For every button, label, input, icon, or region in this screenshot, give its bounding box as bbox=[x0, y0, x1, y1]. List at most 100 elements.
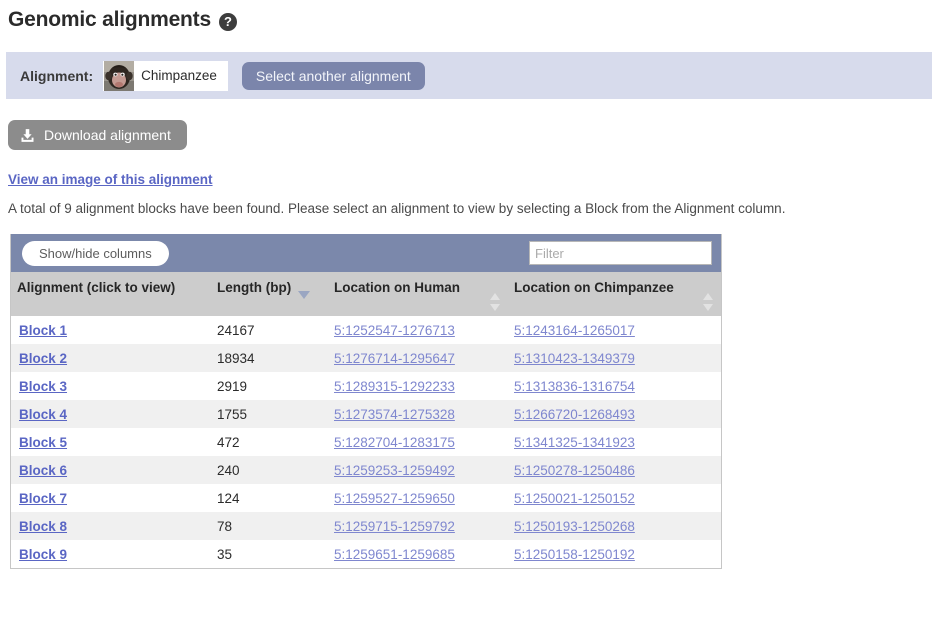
cell-length: 1755 bbox=[217, 406, 248, 422]
chimpanzee-photo bbox=[104, 60, 135, 91]
table-header-row: Alignment (click to view) Length (bp) Lo… bbox=[11, 272, 721, 316]
cell-location-chimpanzee: 5:1313836-1316754 bbox=[508, 372, 721, 400]
table-toolbar: Show/hide columns bbox=[11, 234, 721, 272]
column-header-location-human[interactable]: Location on Human bbox=[328, 272, 508, 316]
location-chimpanzee-link[interactable]: 5:1341325-1341923 bbox=[514, 435, 635, 450]
table-body: Block 1 24167 5:1252547-1276713 5:1243164-1… bbox=[11, 316, 721, 568]
block-link[interactable]: Block 6 bbox=[19, 463, 67, 478]
download-action-row: Download alignment bbox=[0, 99, 938, 150]
location-chimpanzee-link[interactable]: 5:1250278-1250486 bbox=[514, 463, 635, 478]
cell-alignment: Block 4 bbox=[11, 400, 211, 428]
selected-species-chip[interactable]: Chimpanzee bbox=[103, 60, 228, 91]
alignment-selector-bar: Alignment: Chimpanzee Select another ali… bbox=[6, 52, 932, 99]
cell-location-chimpanzee: 5:1243164-1265017 bbox=[508, 316, 721, 344]
cell-location-chimpanzee: 5:1250021-1250152 bbox=[508, 484, 721, 512]
cell-alignment: Block 2 bbox=[11, 344, 211, 372]
cell-alignment: Block 8 bbox=[11, 512, 211, 540]
cell-location-chimpanzee: 5:1341325-1341923 bbox=[508, 428, 721, 456]
cell-length: 2919 bbox=[217, 378, 248, 394]
column-header-length-label: Length (bp) bbox=[217, 280, 292, 295]
sort-descending-icon[interactable] bbox=[298, 291, 311, 299]
help-circle-icon[interactable]: ? bbox=[218, 13, 237, 31]
view-image-row: View an image of this alignment bbox=[0, 150, 938, 187]
cell-location-chimpanzee: 5:1310423-1349379 bbox=[508, 344, 721, 372]
download-icon bbox=[21, 128, 34, 142]
cell-location-chimpanzee: 5:1250278-1250486 bbox=[508, 456, 721, 484]
filter-input[interactable] bbox=[529, 241, 712, 265]
location-human-link[interactable]: 5:1259715-1259792 bbox=[334, 519, 455, 534]
download-alignment-button[interactable]: Download alignment bbox=[8, 120, 187, 150]
block-link[interactable]: Block 2 bbox=[19, 351, 67, 366]
location-chimpanzee-link[interactable]: 5:1313836-1316754 bbox=[514, 379, 635, 394]
location-chimpanzee-link[interactable]: 5:1250193-1250268 bbox=[514, 519, 635, 534]
show-hide-columns-button[interactable]: Show/hide columns bbox=[22, 240, 169, 266]
page-title: Genomic alignments bbox=[8, 8, 211, 31]
alignment-summary-text: A total of 9 alignment blocks have been … bbox=[8, 201, 786, 216]
cell-length: 472 bbox=[217, 434, 240, 450]
table-row: Block 4 1755 5:1273574-1275328 5:1266720-12… bbox=[11, 400, 721, 428]
cell-length: 124 bbox=[217, 490, 240, 506]
column-header-location-human-label: Location on Human bbox=[334, 280, 460, 295]
cell-location-chimpanzee: 5:1266720-1268493 bbox=[508, 400, 721, 428]
cell-location-human: 5:1259715-1259792 bbox=[328, 512, 508, 540]
table-row: Block 7 124 5:1259527-1259650 5:1250021-125… bbox=[11, 484, 721, 512]
alignment-label: Alignment: bbox=[20, 67, 94, 84]
cell-length: 78 bbox=[217, 518, 233, 534]
page-header: Genomic alignments ? bbox=[0, 0, 938, 34]
cell-location-human: 5:1273574-1275328 bbox=[328, 400, 508, 428]
cell-length: 24167 bbox=[217, 322, 255, 338]
location-chimpanzee-link[interactable]: 5:1243164-1265017 bbox=[514, 323, 635, 338]
location-human-link[interactable]: 5:1276714-1295647 bbox=[334, 351, 455, 366]
location-chimpanzee-link[interactable]: 5:1250158-1250192 bbox=[514, 547, 635, 562]
cell-location-human: 5:1259527-1259650 bbox=[328, 484, 508, 512]
cell-alignment: Block 7 bbox=[11, 484, 211, 512]
cell-alignment: Block 3 bbox=[11, 372, 211, 400]
block-link[interactable]: Block 4 bbox=[19, 407, 67, 422]
table-row: Block 8 78 5:1259715-1259792 5:1250193-1250… bbox=[11, 512, 721, 540]
location-human-link[interactable]: 5:1259527-1259650 bbox=[334, 491, 455, 506]
sort-both-icon[interactable] bbox=[490, 293, 501, 311]
table-row: Block 3 2919 5:1289315-1292233 5:1313836-13… bbox=[11, 372, 721, 400]
download-alignment-label: Download alignment bbox=[44, 127, 171, 143]
column-header-location-chimpanzee-label: Location on Chimpanzee bbox=[514, 280, 674, 295]
block-link[interactable]: Block 5 bbox=[19, 435, 67, 450]
view-alignment-image-link[interactable]: View an image of this alignment bbox=[8, 172, 213, 187]
location-chimpanzee-link[interactable]: 5:1250021-1250152 bbox=[514, 491, 635, 506]
cell-alignment: Block 6 bbox=[11, 456, 211, 484]
location-chimpanzee-link[interactable]: 5:1310423-1349379 bbox=[514, 351, 635, 366]
sort-both-icon[interactable] bbox=[703, 293, 714, 311]
column-header-alignment[interactable]: Alignment (click to view) bbox=[11, 272, 211, 316]
select-another-alignment-button[interactable]: Select another alignment bbox=[241, 61, 425, 90]
table-row: Block 1 24167 5:1252547-1276713 5:1243164-1… bbox=[11, 316, 721, 344]
table-row: Block 5 472 5:1282704-1283175 5:1341325-134… bbox=[11, 428, 721, 456]
cell-location-human: 5:1252547-1276713 bbox=[328, 316, 508, 344]
block-link[interactable]: Block 9 bbox=[19, 547, 67, 562]
cell-location-human: 5:1289315-1292233 bbox=[328, 372, 508, 400]
cell-length: 35 bbox=[217, 546, 233, 562]
column-header-alignment-label: Alignment (click to view) bbox=[17, 280, 176, 295]
selected-species-name: Chimpanzee bbox=[141, 68, 217, 83]
cell-length: 18934 bbox=[217, 350, 255, 366]
location-chimpanzee-link[interactable]: 5:1266720-1268493 bbox=[514, 407, 635, 422]
block-link[interactable]: Block 7 bbox=[19, 491, 67, 506]
blocks-table: Alignment (click to view) Length (bp) Lo… bbox=[11, 272, 721, 568]
block-link[interactable]: Block 1 bbox=[19, 323, 67, 338]
location-human-link[interactable]: 5:1282704-1283175 bbox=[334, 435, 455, 450]
location-human-link[interactable]: 5:1259253-1259492 bbox=[334, 463, 455, 478]
location-human-link[interactable]: 5:1273574-1275328 bbox=[334, 407, 455, 422]
cell-location-chimpanzee: 5:1250158-1250192 bbox=[508, 540, 721, 568]
location-human-link[interactable]: 5:1289315-1292233 bbox=[334, 379, 455, 394]
table-row: Block 2 18934 5:1276714-1295647 5:1310423-1… bbox=[11, 344, 721, 372]
column-header-location-chimpanzee[interactable]: Location on Chimpanzee bbox=[508, 272, 721, 316]
alignment-blocks-table: Show/hide columns Alignment (click to vi… bbox=[10, 234, 722, 569]
block-link[interactable]: Block 8 bbox=[19, 519, 67, 534]
table-head: Alignment (click to view) Length (bp) Lo… bbox=[11, 272, 721, 316]
block-link[interactable]: Block 3 bbox=[19, 379, 67, 394]
cell-location-chimpanzee: 5:1250193-1250268 bbox=[508, 512, 721, 540]
location-human-link[interactable]: 5:1252547-1276713 bbox=[334, 323, 455, 338]
cell-location-human: 5:1276714-1295647 bbox=[328, 344, 508, 372]
cell-alignment: Block 1 bbox=[11, 316, 211, 344]
location-human-link[interactable]: 5:1259651-1259685 bbox=[334, 547, 455, 562]
cell-location-human: 5:1259651-1259685 bbox=[328, 540, 508, 568]
column-header-length[interactable]: Length (bp) bbox=[211, 272, 328, 316]
